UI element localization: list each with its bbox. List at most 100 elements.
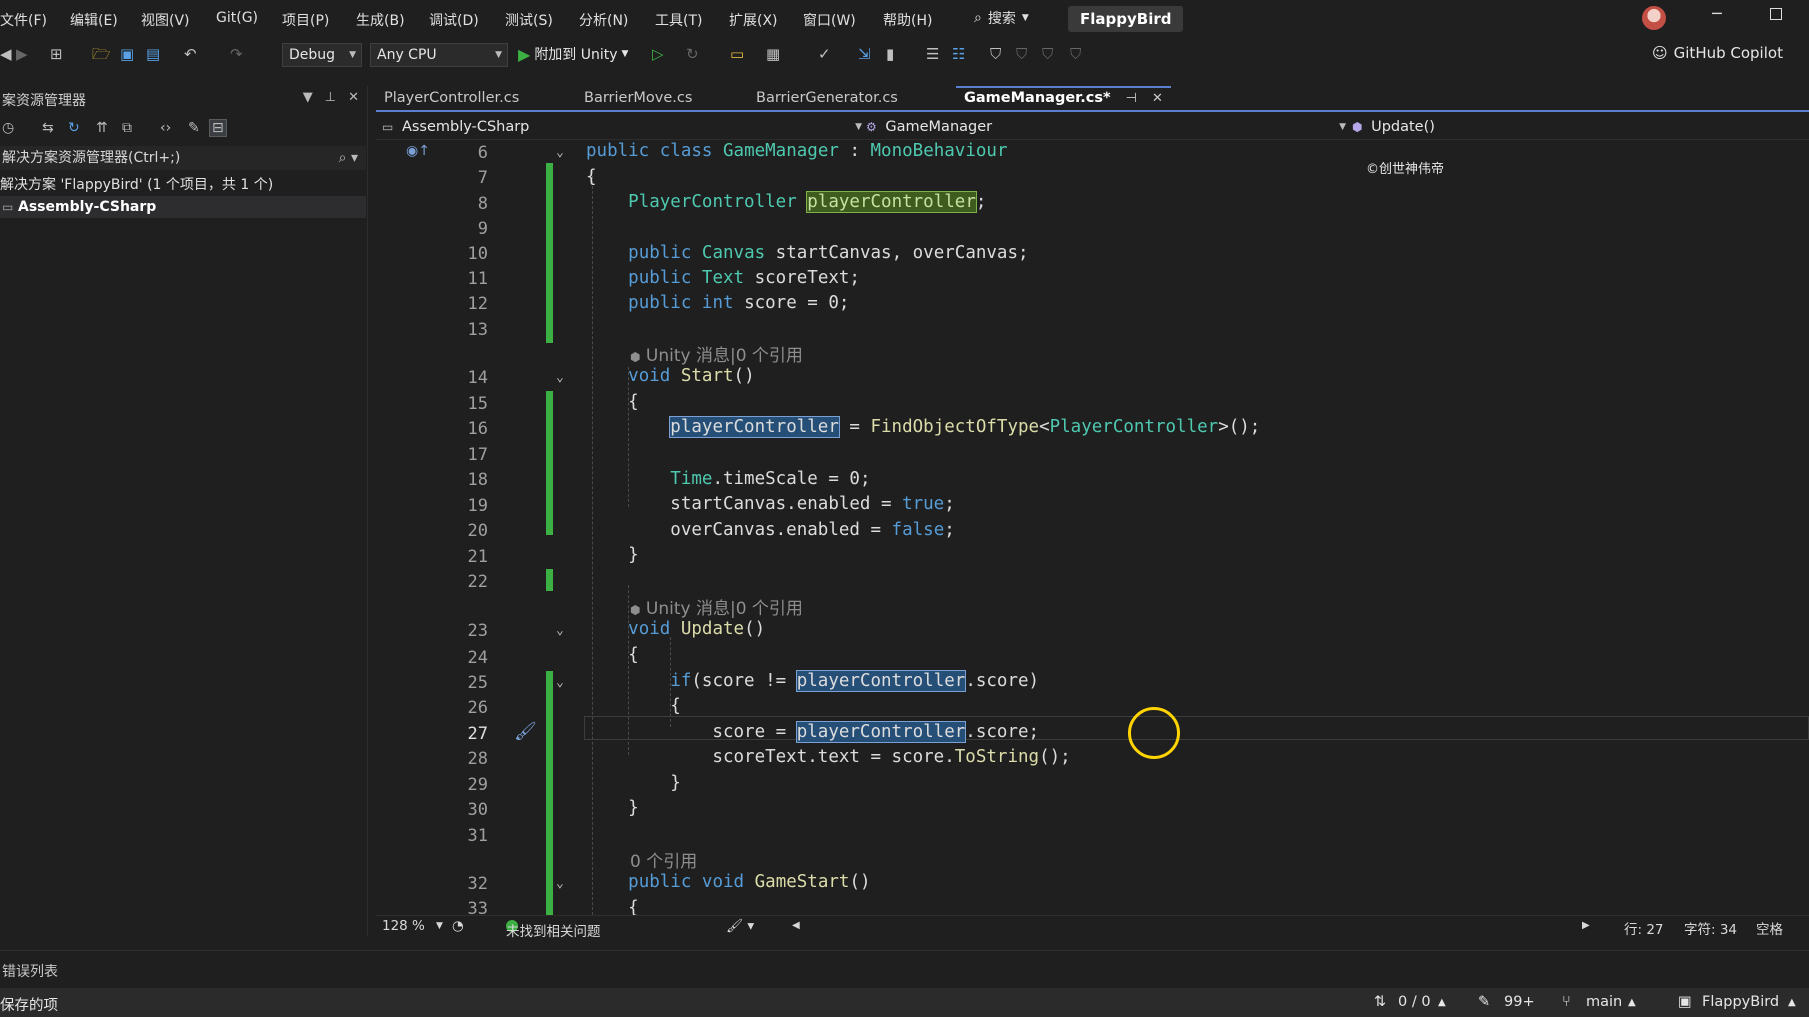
redo-icon[interactable]: ↷ <box>230 45 243 63</box>
quick-action-brush-icon[interactable]: 🖌 <box>514 721 537 742</box>
preview-icon[interactable]: ⊟ <box>209 119 227 137</box>
collapse-all-icon[interactable]: ⇈ <box>96 120 108 136</box>
unity-icon: ⬢ <box>630 603 641 617</box>
indent-icon[interactable]: ☰ <box>926 45 939 63</box>
folder-icon[interactable]: ▭ <box>730 45 744 63</box>
undo-icon[interactable]: ↶ <box>184 45 197 63</box>
back-icon[interactable]: ◀ <box>0 45 12 63</box>
menu-view[interactable]: 视图(V) <box>141 10 190 30</box>
minimize-icon[interactable]: ─ <box>1712 4 1722 23</box>
properties-icon[interactable]: ✎ <box>188 120 200 136</box>
open-folder-icon[interactable]: 🗁 <box>92 45 111 63</box>
chevron-up-icon[interactable]: ▲ <box>1788 997 1796 1008</box>
play-icon: ▶ <box>518 44 531 64</box>
code-editor[interactable]: ◉↑ 6 7 8 9 10 11 12 13 14 15 16 17 18 19… <box>376 141 1809 915</box>
chevron-up-icon[interactable]: ▲ <box>1628 997 1636 1008</box>
menu-extensions[interactable]: 扩展(X) <box>729 10 778 30</box>
spellcheck-icon[interactable]: ✓ <box>818 45 831 63</box>
menu-git[interactable]: Git(G) <box>216 10 258 26</box>
menu-build[interactable]: 生成(B) <box>356 10 405 30</box>
start-without-debug-icon[interactable]: ▷ <box>652 45 664 63</box>
close-icon[interactable]: ✕ <box>1152 91 1163 106</box>
repo-name[interactable]: FlappyBird <box>1702 994 1779 1010</box>
sync-icon[interactable]: ⇆ <box>42 120 54 136</box>
project-dropdown[interactable]: ▭ Assembly-CSharp ▼ <box>382 116 862 138</box>
code-line: { <box>586 167 597 187</box>
menu-analyze[interactable]: 分析(N) <box>579 10 628 30</box>
config-dropdown[interactable]: Debug ▼ <box>282 43 362 67</box>
branch-name[interactable]: main <box>1586 994 1622 1010</box>
forward-icon[interactable]: ▶ <box>16 45 28 63</box>
attach-unity-label: 附加到 Unity <box>534 47 618 63</box>
tab-error-list[interactable]: 错误列表 <box>2 961 58 981</box>
fold-toggle-icon[interactable]: ⌄ <box>556 623 564 638</box>
line-number: 11 <box>467 269 488 289</box>
step-icon[interactable]: ⇲ <box>858 45 871 63</box>
close-icon[interactable]: ✕ <box>348 90 359 105</box>
view-code-icon[interactable]: ‹› <box>160 120 171 136</box>
search-menu[interactable]: ⌕ 搜索 ▼ <box>974 8 1029 28</box>
fold-toggle-icon[interactable]: ⌄ <box>556 370 564 385</box>
history-icon[interactable]: ◷ <box>2 120 14 136</box>
github-copilot-button[interactable]: ☺ GitHub Copilot <box>1652 44 1783 62</box>
zoom-level[interactable]: 128 % <box>382 918 425 934</box>
chevron-down-icon[interactable]: ▼ <box>303 90 313 105</box>
attach-unity-button[interactable]: ▶ 附加到 Unity ▼ <box>518 44 628 64</box>
menu-test[interactable]: 测试(S) <box>505 10 553 30</box>
bookmark-next-icon[interactable]: ⛉ <box>1042 45 1053 63</box>
save-all-icon[interactable]: ▤ <box>146 45 160 63</box>
tree-project-node[interactable]: ▭ Assembly-CSharp <box>0 196 366 218</box>
tab-playercontroller[interactable]: PlayerController.cs <box>376 86 527 110</box>
project-icon: ▭ <box>382 120 394 134</box>
menu-window[interactable]: 窗口(W) <box>803 10 856 30</box>
menu-edit[interactable]: 编辑(E) <box>70 10 118 30</box>
pin-icon[interactable]: ⊣ <box>1126 91 1137 106</box>
search-icon: ⌕ ▾ <box>338 150 358 166</box>
menu-file[interactable]: 文件(F) <box>0 10 47 30</box>
codelens-start[interactable]: ⬢ Unity 消息|0 个引用 <box>630 341 803 366</box>
menu-project[interactable]: 项目(P) <box>282 10 329 30</box>
bookmark-prev-icon[interactable]: ⛉ <box>1016 45 1027 63</box>
breakpoint-icon[interactable]: ▮ <box>886 45 894 63</box>
menu-help[interactable]: 帮助(H) <box>883 10 932 30</box>
tab-barriermove[interactable]: BarrierMove.cs <box>576 86 700 110</box>
outdent-icon[interactable]: ☷ <box>952 45 965 63</box>
scroll-left-icon[interactable]: ◀ <box>792 920 800 931</box>
menu-tools[interactable]: 工具(T) <box>655 10 702 30</box>
project-value: Assembly-CSharp <box>401 119 530 135</box>
fold-toggle-icon[interactable]: ⌄ <box>556 145 564 160</box>
codelens-update[interactable]: ⬢ Unity 消息|0 个引用 <box>630 594 803 619</box>
tab-barriergenerator[interactable]: BarrierGenerator.cs <box>748 86 906 110</box>
save-icon[interactable]: ▣ <box>120 45 134 63</box>
watermark: ©创世神伟帝 <box>1366 162 1445 177</box>
new-project-icon[interactable]: ⊞ <box>50 45 63 63</box>
code-cleanup-icon[interactable]: 🖌 ▾ <box>726 918 754 934</box>
sync-arrows-icon: ⇅ <box>1374 994 1387 1010</box>
pin-icon[interactable]: ⊥ <box>325 90 336 105</box>
class-dropdown[interactable]: ⚙ GameManager ▼ <box>866 116 1346 138</box>
platform-dropdown[interactable]: Any CPU ▼ <box>370 43 508 67</box>
bookmark-icon[interactable]: ⛉ <box>990 45 1001 63</box>
menu-debug[interactable]: 调试(D) <box>429 10 479 30</box>
refresh-icon[interactable]: ↻ <box>686 45 699 63</box>
layout-icon[interactable]: ▦ <box>766 45 780 63</box>
solution-explorer-search[interactable]: 解决方案资源管理器(Ctrl+;) ⌕ ▾ <box>0 146 366 170</box>
refresh-icon[interactable]: ↻ <box>68 120 80 136</box>
member-dropdown[interactable]: ⬢ Update() <box>1352 116 1802 138</box>
avatar[interactable] <box>1642 6 1666 30</box>
show-all-files-icon[interactable]: ⧉ <box>122 120 132 136</box>
bookmark-clear-icon[interactable]: ⛉ <box>1070 45 1081 63</box>
sync-count[interactable]: 0 / 0 <box>1398 994 1431 1010</box>
maximize-icon[interactable] <box>1770 8 1782 20</box>
fold-toggle-icon[interactable]: ⌄ <box>556 675 564 690</box>
whitespace-mode[interactable]: 空格 <box>1756 918 1783 938</box>
copilot-label: GitHub Copilot <box>1673 44 1783 62</box>
scroll-right-icon[interactable]: ▶ <box>1582 920 1590 931</box>
fold-toggle-icon[interactable]: ⌄ <box>556 876 564 891</box>
tree-solution-node[interactable]: 解决方案 'FlappyBird' (1 个项目，共 1 个) <box>0 174 273 194</box>
tab-gamemanager[interactable]: GameManager.cs* ⊣ ✕ <box>956 86 1171 110</box>
chevron-down-icon[interactable]: ▼ <box>436 921 443 931</box>
pending-changes[interactable]: 99+ <box>1504 994 1535 1010</box>
codelens-gamestart[interactable]: 0 个引用 <box>630 847 697 872</box>
chevron-up-icon[interactable]: ▲ <box>1438 997 1446 1008</box>
